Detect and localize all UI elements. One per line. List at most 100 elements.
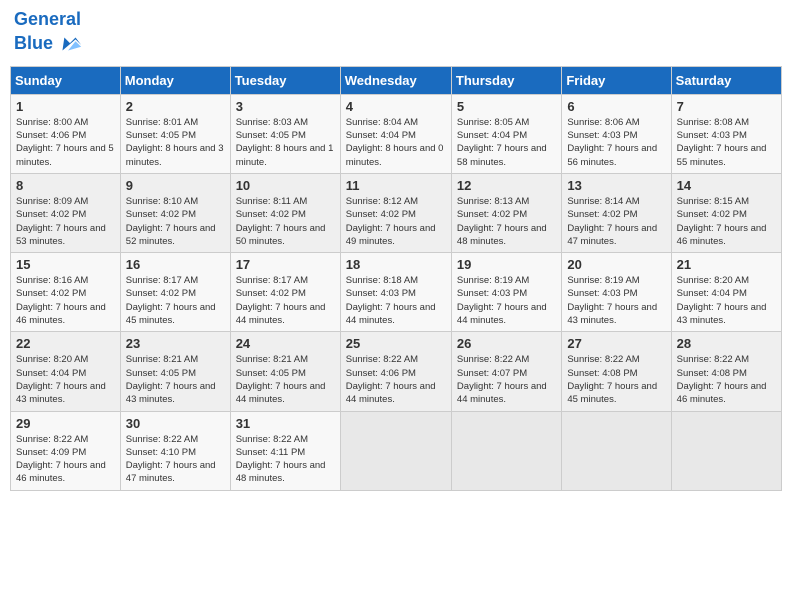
day-number: 10 bbox=[236, 178, 335, 193]
day-number: 17 bbox=[236, 257, 335, 272]
logo-icon bbox=[55, 30, 83, 58]
calendar-week-row: 29 Sunrise: 8:22 AMSunset: 4:09 PMDaylig… bbox=[11, 411, 782, 490]
day-number: 12 bbox=[457, 178, 556, 193]
day-number: 30 bbox=[126, 416, 225, 431]
day-detail: Sunrise: 8:22 AMSunset: 4:10 PMDaylight:… bbox=[126, 433, 225, 486]
day-detail: Sunrise: 8:13 AMSunset: 4:02 PMDaylight:… bbox=[457, 195, 556, 248]
day-number: 3 bbox=[236, 99, 335, 114]
calendar-cell: 30 Sunrise: 8:22 AMSunset: 4:10 PMDaylig… bbox=[120, 411, 230, 490]
day-number: 19 bbox=[457, 257, 556, 272]
day-detail: Sunrise: 8:19 AMSunset: 4:03 PMDaylight:… bbox=[567, 274, 665, 327]
weekday-header-wednesday: Wednesday bbox=[340, 66, 451, 94]
day-detail: Sunrise: 8:10 AMSunset: 4:02 PMDaylight:… bbox=[126, 195, 225, 248]
calendar-cell: 24 Sunrise: 8:21 AMSunset: 4:05 PMDaylig… bbox=[230, 332, 340, 411]
calendar-cell: 8 Sunrise: 8:09 AMSunset: 4:02 PMDayligh… bbox=[11, 173, 121, 252]
calendar-cell: 5 Sunrise: 8:05 AMSunset: 4:04 PMDayligh… bbox=[451, 94, 561, 173]
day-detail: Sunrise: 8:08 AMSunset: 4:03 PMDaylight:… bbox=[677, 116, 776, 169]
day-number: 14 bbox=[677, 178, 776, 193]
calendar-body: 1 Sunrise: 8:00 AMSunset: 4:06 PMDayligh… bbox=[11, 94, 782, 490]
calendar-cell: 20 Sunrise: 8:19 AMSunset: 4:03 PMDaylig… bbox=[562, 253, 671, 332]
calendar-cell: 15 Sunrise: 8:16 AMSunset: 4:02 PMDaylig… bbox=[11, 253, 121, 332]
weekday-header-tuesday: Tuesday bbox=[230, 66, 340, 94]
day-number: 6 bbox=[567, 99, 665, 114]
day-number: 28 bbox=[677, 336, 776, 351]
day-number: 9 bbox=[126, 178, 225, 193]
calendar-cell: 6 Sunrise: 8:06 AMSunset: 4:03 PMDayligh… bbox=[562, 94, 671, 173]
day-detail: Sunrise: 8:21 AMSunset: 4:05 PMDaylight:… bbox=[236, 353, 335, 406]
day-detail: Sunrise: 8:17 AMSunset: 4:02 PMDaylight:… bbox=[126, 274, 225, 327]
calendar-cell bbox=[340, 411, 451, 490]
calendar-cell: 13 Sunrise: 8:14 AMSunset: 4:02 PMDaylig… bbox=[562, 173, 671, 252]
day-detail: Sunrise: 8:16 AMSunset: 4:02 PMDaylight:… bbox=[16, 274, 115, 327]
calendar-cell: 16 Sunrise: 8:17 AMSunset: 4:02 PMDaylig… bbox=[120, 253, 230, 332]
day-detail: Sunrise: 8:22 AMSunset: 4:11 PMDaylight:… bbox=[236, 433, 335, 486]
calendar-cell: 4 Sunrise: 8:04 AMSunset: 4:04 PMDayligh… bbox=[340, 94, 451, 173]
day-number: 27 bbox=[567, 336, 665, 351]
day-detail: Sunrise: 8:15 AMSunset: 4:02 PMDaylight:… bbox=[677, 195, 776, 248]
day-detail: Sunrise: 8:20 AMSunset: 4:04 PMDaylight:… bbox=[16, 353, 115, 406]
calendar-cell bbox=[451, 411, 561, 490]
day-number: 25 bbox=[346, 336, 446, 351]
day-detail: Sunrise: 8:22 AMSunset: 4:07 PMDaylight:… bbox=[457, 353, 556, 406]
calendar-cell: 22 Sunrise: 8:20 AMSunset: 4:04 PMDaylig… bbox=[11, 332, 121, 411]
day-number: 11 bbox=[346, 178, 446, 193]
weekday-header-thursday: Thursday bbox=[451, 66, 561, 94]
calendar-cell: 29 Sunrise: 8:22 AMSunset: 4:09 PMDaylig… bbox=[11, 411, 121, 490]
calendar-cell: 17 Sunrise: 8:17 AMSunset: 4:02 PMDaylig… bbox=[230, 253, 340, 332]
day-detail: Sunrise: 8:22 AMSunset: 4:08 PMDaylight:… bbox=[677, 353, 776, 406]
day-detail: Sunrise: 8:14 AMSunset: 4:02 PMDaylight:… bbox=[567, 195, 665, 248]
weekday-header-sunday: Sunday bbox=[11, 66, 121, 94]
calendar-table: SundayMondayTuesdayWednesdayThursdayFrid… bbox=[10, 66, 782, 491]
day-number: 13 bbox=[567, 178, 665, 193]
day-detail: Sunrise: 8:06 AMSunset: 4:03 PMDaylight:… bbox=[567, 116, 665, 169]
day-number: 31 bbox=[236, 416, 335, 431]
day-number: 4 bbox=[346, 99, 446, 114]
logo: General Blue bbox=[14, 10, 83, 58]
day-detail: Sunrise: 8:11 AMSunset: 4:02 PMDaylight:… bbox=[236, 195, 335, 248]
day-detail: Sunrise: 8:00 AMSunset: 4:06 PMDaylight:… bbox=[16, 116, 115, 169]
day-number: 16 bbox=[126, 257, 225, 272]
day-number: 23 bbox=[126, 336, 225, 351]
calendar-cell: 25 Sunrise: 8:22 AMSunset: 4:06 PMDaylig… bbox=[340, 332, 451, 411]
calendar-cell: 19 Sunrise: 8:19 AMSunset: 4:03 PMDaylig… bbox=[451, 253, 561, 332]
day-detail: Sunrise: 8:09 AMSunset: 4:02 PMDaylight:… bbox=[16, 195, 115, 248]
day-number: 22 bbox=[16, 336, 115, 351]
weekday-header-monday: Monday bbox=[120, 66, 230, 94]
calendar-cell: 18 Sunrise: 8:18 AMSunset: 4:03 PMDaylig… bbox=[340, 253, 451, 332]
calendar-cell: 28 Sunrise: 8:22 AMSunset: 4:08 PMDaylig… bbox=[671, 332, 781, 411]
calendar-cell: 3 Sunrise: 8:03 AMSunset: 4:05 PMDayligh… bbox=[230, 94, 340, 173]
day-detail: Sunrise: 8:22 AMSunset: 4:06 PMDaylight:… bbox=[346, 353, 446, 406]
day-number: 1 bbox=[16, 99, 115, 114]
calendar-cell: 31 Sunrise: 8:22 AMSunset: 4:11 PMDaylig… bbox=[230, 411, 340, 490]
calendar-cell: 27 Sunrise: 8:22 AMSunset: 4:08 PMDaylig… bbox=[562, 332, 671, 411]
day-number: 24 bbox=[236, 336, 335, 351]
day-number: 29 bbox=[16, 416, 115, 431]
day-detail: Sunrise: 8:19 AMSunset: 4:03 PMDaylight:… bbox=[457, 274, 556, 327]
day-detail: Sunrise: 8:12 AMSunset: 4:02 PMDaylight:… bbox=[346, 195, 446, 248]
calendar-week-row: 8 Sunrise: 8:09 AMSunset: 4:02 PMDayligh… bbox=[11, 173, 782, 252]
day-detail: Sunrise: 8:05 AMSunset: 4:04 PMDaylight:… bbox=[457, 116, 556, 169]
calendar-week-row: 1 Sunrise: 8:00 AMSunset: 4:06 PMDayligh… bbox=[11, 94, 782, 173]
calendar-cell: 10 Sunrise: 8:11 AMSunset: 4:02 PMDaylig… bbox=[230, 173, 340, 252]
page-header: General Blue bbox=[10, 10, 782, 58]
day-detail: Sunrise: 8:20 AMSunset: 4:04 PMDaylight:… bbox=[677, 274, 776, 327]
day-number: 7 bbox=[677, 99, 776, 114]
weekday-header-friday: Friday bbox=[562, 66, 671, 94]
day-detail: Sunrise: 8:22 AMSunset: 4:08 PMDaylight:… bbox=[567, 353, 665, 406]
day-detail: Sunrise: 8:17 AMSunset: 4:02 PMDaylight:… bbox=[236, 274, 335, 327]
day-detail: Sunrise: 8:03 AMSunset: 4:05 PMDaylight:… bbox=[236, 116, 335, 169]
weekday-header-row: SundayMondayTuesdayWednesdayThursdayFrid… bbox=[11, 66, 782, 94]
day-number: 5 bbox=[457, 99, 556, 114]
day-number: 20 bbox=[567, 257, 665, 272]
day-number: 15 bbox=[16, 257, 115, 272]
calendar-cell: 11 Sunrise: 8:12 AMSunset: 4:02 PMDaylig… bbox=[340, 173, 451, 252]
day-number: 2 bbox=[126, 99, 225, 114]
day-detail: Sunrise: 8:18 AMSunset: 4:03 PMDaylight:… bbox=[346, 274, 446, 327]
day-detail: Sunrise: 8:21 AMSunset: 4:05 PMDaylight:… bbox=[126, 353, 225, 406]
day-detail: Sunrise: 8:01 AMSunset: 4:05 PMDaylight:… bbox=[126, 116, 225, 169]
calendar-week-row: 22 Sunrise: 8:20 AMSunset: 4:04 PMDaylig… bbox=[11, 332, 782, 411]
calendar-cell: 1 Sunrise: 8:00 AMSunset: 4:06 PMDayligh… bbox=[11, 94, 121, 173]
calendar-cell: 12 Sunrise: 8:13 AMSunset: 4:02 PMDaylig… bbox=[451, 173, 561, 252]
day-detail: Sunrise: 8:04 AMSunset: 4:04 PMDaylight:… bbox=[346, 116, 446, 169]
calendar-cell: 23 Sunrise: 8:21 AMSunset: 4:05 PMDaylig… bbox=[120, 332, 230, 411]
